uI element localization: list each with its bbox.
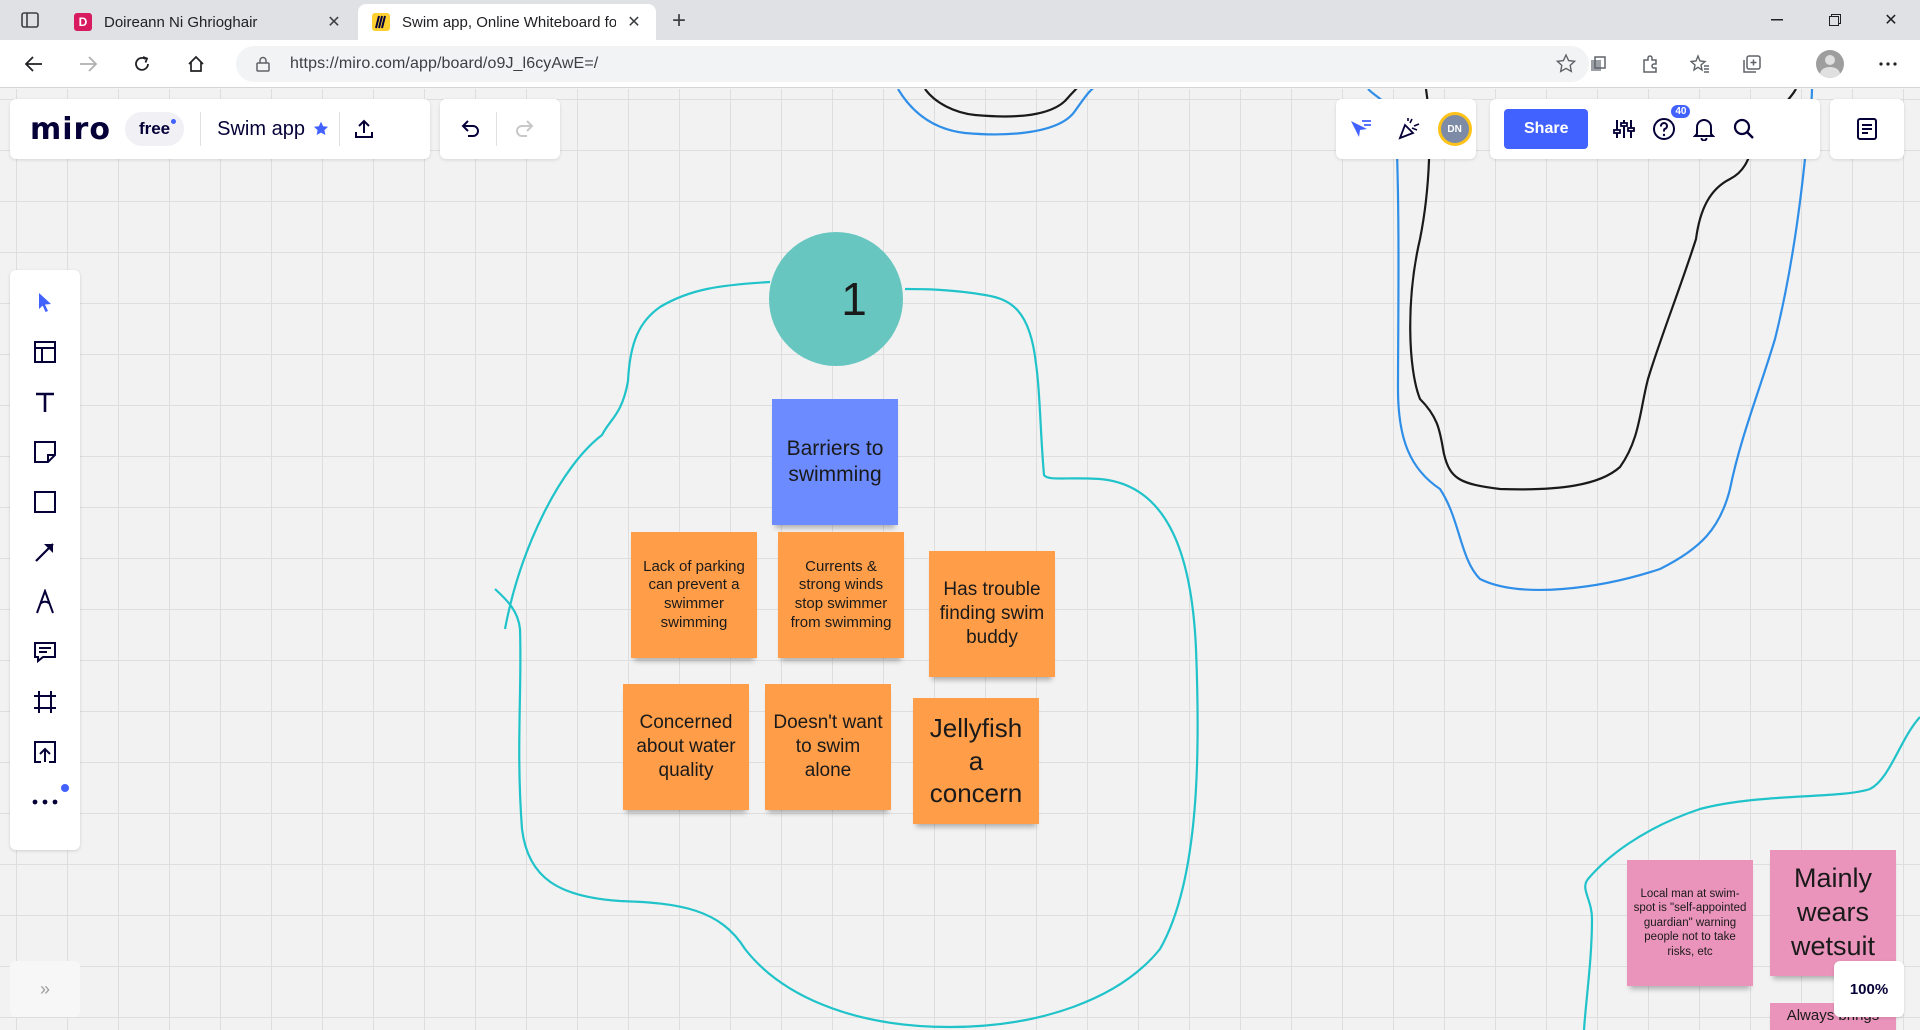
divider [496,112,497,146]
plan-dot-icon [171,119,177,124]
board-header-panel: miro free Swim app [10,99,430,159]
back-arrow-icon[interactable] [16,48,52,80]
board-notes-icon[interactable] [1847,109,1887,149]
browser-tab-miro[interactable]: Swim app, Online Whiteboard fo ✕ [358,4,656,40]
cursor-filter-icon[interactable] [1340,109,1380,149]
minimize-icon[interactable] [1748,0,1806,40]
cluster-number-circle[interactable]: 1 [769,232,903,366]
zoom-level[interactable]: 100% [1834,961,1904,1017]
sticky-note-swim-buddy[interactable]: Has trouble finding swim buddy [929,551,1055,677]
black-freehand-stroke [924,89,1078,118]
connection-line-icon[interactable] [25,532,65,572]
home-icon[interactable] [178,48,214,80]
browser-tab-bar: D Doireann Ni Ghrioghair ✕ Swim app, Onl… [0,0,1920,40]
text-tool-icon[interactable] [25,382,65,422]
actions-panel: Share 40 [1490,99,1820,159]
divider [338,112,340,146]
shape-rectangle-icon[interactable] [25,482,65,522]
sticky-note-currents[interactable]: Currents & strong winds stop swimmer fro… [778,532,904,658]
close-tab-icon[interactable]: ✕ [324,12,344,32]
user-avatar[interactable]: DN [1437,112,1472,146]
sticky-note-swim-alone[interactable]: Doesn't want to swim alone [765,684,891,810]
new-tab-plus-icon[interactable]: + [664,6,694,36]
doireann-favicon-icon: D [74,13,92,31]
left-toolbar [10,270,80,850]
undo-redo-panel [440,99,560,159]
export-upload-icon[interactable] [344,109,384,149]
search-icon[interactable] [1724,109,1764,149]
select-cursor-icon[interactable] [25,282,65,322]
browser-tab-doireann[interactable]: D Doireann Ni Ghrioghair ✕ [60,4,356,40]
restore-icon[interactable] [1806,0,1864,40]
star-board-icon[interactable] [305,109,337,149]
add-favorite-star-icon[interactable] [1555,53,1577,75]
tab-actions-icon[interactable] [14,8,46,32]
redo-icon[interactable] [505,109,545,149]
extensions-puzzle-icon[interactable] [1636,50,1664,78]
sticky-note-water-quality[interactable]: Concerned about water quality [623,684,749,810]
forward-arrow-icon[interactable] [70,48,106,80]
favorites-icon[interactable] [1686,50,1714,78]
sticky-note-jellyfish[interactable]: Jellyfish a concern [913,698,1039,824]
sticky-note-parking[interactable]: Lack of parking can prevent a swimmer sw… [631,532,757,658]
url-bar[interactable]: https://miro.com/app/board/o9J_l6cyAwE=/ [236,46,1589,82]
more-options-icon[interactable] [1874,50,1902,78]
whiteboard-canvas[interactable]: miro free Swim app DN Share 40 1 Barrier… [0,89,1920,1030]
url-text: https://miro.com/app/board/o9J_l6cyAwE=/ [290,55,599,72]
share-button[interactable]: Share [1504,109,1589,149]
collections-extension-icon[interactable] [1584,50,1612,78]
tab-title: Doireann Ni Ghrioghair [104,13,258,31]
close-tab-icon[interactable]: ✕ [624,12,644,32]
settings-sliders-icon[interactable] [1604,109,1644,149]
lock-icon [252,53,274,75]
expand-panel-chevrons-icon[interactable]: » [10,961,80,1017]
reload-icon[interactable] [124,48,160,80]
close-window-icon[interactable]: ✕ [1862,0,1920,40]
comment-icon[interactable] [25,632,65,672]
frame-icon[interactable] [25,682,65,722]
divider [200,112,202,146]
undo-icon[interactable] [450,109,490,149]
browser-address-bar: https://miro.com/app/board/o9J_l6cyAwE=/ [0,40,1920,88]
more-tools-icon[interactable] [25,782,69,822]
plan-label: free [138,119,171,138]
collaboration-panel: DN [1336,99,1476,159]
upload-icon[interactable] [25,732,65,772]
miro-logo[interactable]: miro [30,112,111,147]
blue-freehand-stroke [897,89,1094,136]
sticky-note-barriers[interactable]: Barriers to swimming [772,399,898,525]
help-icon[interactable]: 40 [1644,105,1691,149]
miro-favicon-icon [372,13,390,31]
sticky-note-icon[interactable] [25,432,65,472]
board-name[interactable]: Swim app [217,118,305,141]
help-badge: 40 [1671,105,1691,118]
pen-icon[interactable] [25,582,65,622]
celebrate-icon[interactable] [1389,109,1429,149]
collections-icon[interactable] [1738,50,1766,78]
notifications-bell-icon[interactable] [1684,109,1724,149]
templates-icon[interactable] [25,332,65,372]
notes-panel [1830,99,1904,159]
sticky-note-wetsuit[interactable]: Mainly wears wetsuit [1770,850,1896,976]
new-indicator-dot [61,784,69,792]
sticky-note-guardian[interactable]: Local man at swim-spot is "self-appointe… [1627,860,1753,986]
tab-title: Swim app, Online Whiteboard fo [402,13,616,31]
plan-badge[interactable]: free [124,112,185,146]
profile-avatar[interactable] [1816,50,1844,78]
